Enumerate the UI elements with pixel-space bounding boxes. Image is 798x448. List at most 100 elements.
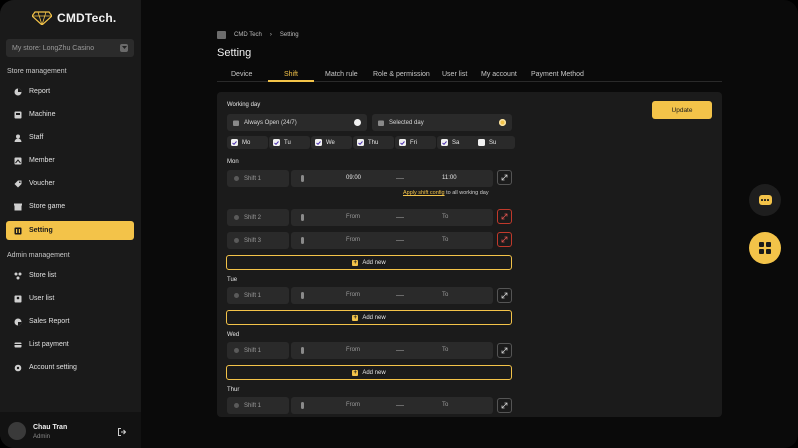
- sidebar-item-account-setting[interactable]: Account setting: [6, 358, 134, 377]
- day-checkbox-mo[interactable]: Mo: [227, 136, 268, 149]
- update-button[interactable]: Update: [652, 101, 712, 119]
- selected-day-radio[interactable]: [499, 119, 506, 126]
- machine-icon: [14, 111, 22, 118]
- shift-time-range[interactable]: 09:00 11:00: [291, 170, 493, 187]
- sidebar-item-member[interactable]: Member: [6, 151, 134, 170]
- always-open-option[interactable]: Always Open (24/7): [227, 114, 367, 131]
- clock-icon: [301, 175, 304, 182]
- add-new-shift-button[interactable]: + Add new: [226, 365, 512, 380]
- sidebar-item-label: Voucher: [29, 180, 55, 187]
- copy-shift-button[interactable]: [497, 398, 512, 413]
- shift-time-range[interactable]: From To: [291, 342, 493, 359]
- tab-match-rule[interactable]: Match rule: [325, 71, 358, 78]
- sidebar-item-sales-report[interactable]: Sales Report: [6, 312, 134, 331]
- shift-name-field[interactable]: Shift 2: [227, 209, 289, 226]
- copy-shift-button[interactable]: [497, 170, 512, 185]
- copy-arrows-icon: [501, 174, 508, 181]
- apply-shift-config-link[interactable]: Apply shift config: [403, 190, 445, 196]
- calendar-icon: [378, 120, 384, 126]
- copy-shift-button[interactable]: [497, 343, 512, 358]
- copy-shift-button[interactable]: [497, 288, 512, 303]
- brand-logo[interactable]: CMDTech.: [32, 11, 116, 25]
- shift-time-range[interactable]: From To: [291, 287, 493, 304]
- checkbox-checked-icon: [315, 139, 322, 146]
- member-icon: [14, 157, 22, 164]
- tab-shift[interactable]: Shift: [284, 71, 298, 78]
- sidebar-item-label: Store list: [29, 272, 57, 279]
- add-new-label: Add new: [362, 314, 386, 321]
- range-dash: [396, 217, 404, 218]
- sidebar-item-label: List payment: [29, 341, 69, 348]
- sidebar-item-label: Machine: [29, 111, 56, 118]
- copy-arrows-icon: [501, 292, 508, 299]
- sidebar-item-user-list[interactable]: User list: [6, 289, 134, 308]
- delete-shift-button[interactable]: [497, 232, 512, 247]
- shift-name-field[interactable]: Shift 1: [227, 397, 289, 414]
- chat-button[interactable]: [749, 184, 781, 216]
- sidebar-item-setting[interactable]: Setting: [6, 221, 134, 240]
- tab-role-permission[interactable]: Role & permission: [373, 71, 430, 78]
- shift-from: 09:00: [346, 175, 362, 181]
- shift-from: From: [346, 214, 360, 220]
- sales-report-icon: [14, 318, 22, 325]
- home-icon[interactable]: [217, 31, 226, 39]
- sidebar-item-store-game[interactable]: Store game: [6, 197, 134, 216]
- day-group-label-mon: Mon: [227, 159, 239, 165]
- clock-icon: [301, 237, 304, 244]
- add-new-shift-button[interactable]: + Add new: [226, 255, 512, 270]
- apps-menu-button[interactable]: [749, 232, 781, 264]
- add-new-shift-button[interactable]: + Add new: [226, 310, 512, 325]
- breadcrumb-current: Setting: [279, 32, 299, 38]
- shift-name-field[interactable]: Shift 1: [227, 287, 289, 304]
- copy-arrows-icon: [501, 347, 508, 354]
- selected-day-option[interactable]: Selected day: [372, 114, 512, 131]
- tab-payment-method[interactable]: Payment Method: [531, 71, 584, 78]
- day-checkbox-sa[interactable]: Sa: [437, 136, 478, 149]
- always-open-radio[interactable]: [354, 119, 361, 126]
- sidebar-item-staff[interactable]: Staff: [6, 128, 134, 147]
- checkbox-checked-icon: [399, 139, 406, 146]
- sidebar-item-label: Account setting: [29, 364, 77, 371]
- day-group-label-thur: Thur: [227, 387, 240, 393]
- breadcrumb: CMD Tech › Setting: [217, 31, 299, 39]
- sidebar-item-list-payment[interactable]: List payment: [6, 335, 134, 354]
- shift-time-range[interactable]: From To: [291, 397, 493, 414]
- shift-name-text: Shift 3: [244, 237, 262, 244]
- sidebar-item-voucher[interactable]: Voucher: [6, 174, 134, 193]
- breadcrumb-root[interactable]: CMD Tech: [234, 32, 262, 38]
- avatar[interactable]: [8, 422, 26, 440]
- sidebar-item-label: Sales Report: [29, 318, 70, 325]
- day-checkbox-su[interactable]: Su: [474, 136, 515, 149]
- store-list-icon: [14, 272, 22, 279]
- sidebar-item-report[interactable]: Report: [6, 82, 134, 101]
- day-checkbox-tu[interactable]: Tu: [269, 136, 310, 149]
- shift-time-range[interactable]: From To: [291, 232, 493, 249]
- shift-time-range[interactable]: From To: [291, 209, 493, 226]
- sidebar-item-store-list[interactable]: Store list: [6, 266, 134, 285]
- clock-icon: [301, 214, 304, 221]
- shift-name-text: Shift 1: [244, 347, 262, 354]
- day-checkbox-we[interactable]: We: [311, 136, 352, 149]
- shift-name-field[interactable]: Shift 3: [227, 232, 289, 249]
- sidebar-item-machine[interactable]: Machine: [6, 105, 134, 124]
- store-select[interactable]: My store: LongZhu Casino: [6, 39, 134, 57]
- shift-dot-icon: [234, 215, 239, 220]
- tab-user-list[interactable]: User list: [442, 71, 467, 78]
- apply-shift-config-suffix: to all working day: [444, 190, 489, 196]
- clock-icon: [301, 347, 304, 354]
- day-checkbox-fri[interactable]: Fri: [395, 136, 436, 149]
- tab-device[interactable]: Device: [231, 71, 252, 78]
- remove-shift-icon: [501, 236, 508, 243]
- delete-shift-button[interactable]: [497, 209, 512, 224]
- day-checkbox-thu[interactable]: Thu: [353, 136, 394, 149]
- shift-to: To: [442, 347, 449, 353]
- shift-name-field[interactable]: Shift 1: [227, 170, 289, 187]
- selected-day-label: Selected day: [389, 119, 424, 126]
- logout-icon[interactable]: [118, 428, 126, 436]
- store-select-label: My store: LongZhu Casino: [12, 44, 95, 52]
- shift-dot-icon: [234, 403, 239, 408]
- user-role: Admin: [33, 434, 51, 440]
- tab-my-account[interactable]: My account: [481, 71, 517, 78]
- admin-management-heading: Admin management: [7, 252, 70, 259]
- shift-name-field[interactable]: Shift 1: [227, 342, 289, 359]
